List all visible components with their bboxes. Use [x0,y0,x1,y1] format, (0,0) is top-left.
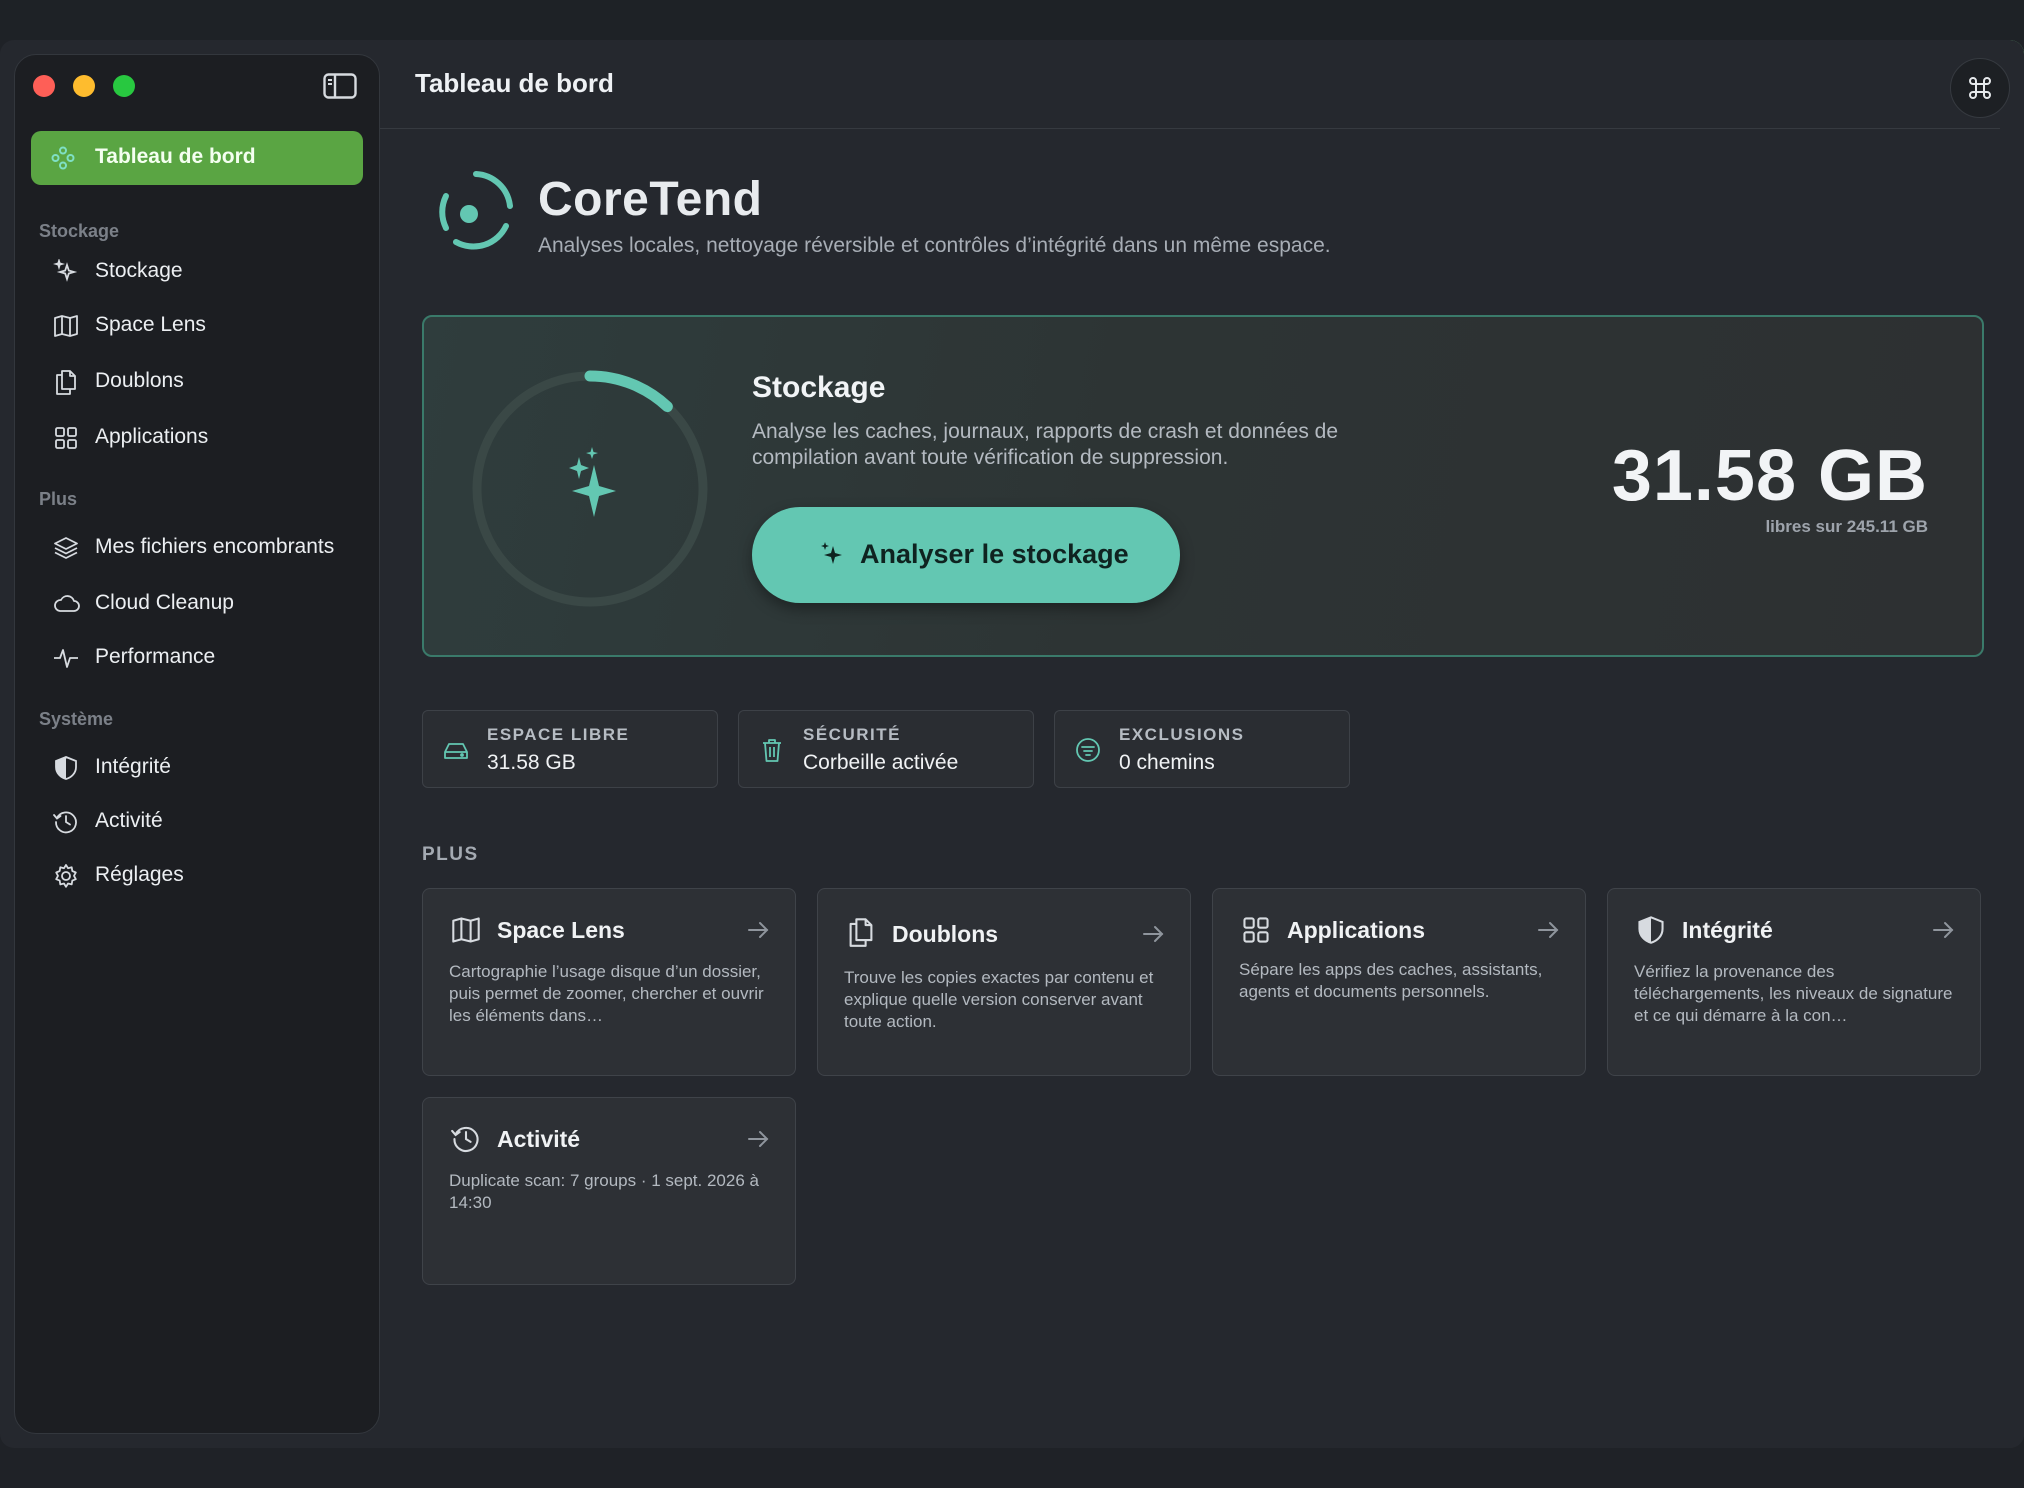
free-space-value: 31.58 GB [1611,436,1928,516]
grid-icon [53,425,79,451]
storage-progress-ring [466,365,714,613]
hero-title: Stockage [752,371,886,404]
screen-top-strip [0,0,2024,40]
card-title: Space Lens [497,917,625,943]
card-description: Cartographie l’usage disque d’un dossier… [449,962,764,1025]
sidebar-item-integrite[interactable]: Intégrité [31,745,363,789]
sidebar-item-doublons[interactable]: Doublons [31,359,363,403]
sidebar-section-heading: Stockage [39,221,120,241]
page-title: Tableau de bord [415,68,614,98]
sidebar-item-label: Intégrité [95,755,171,778]
analyze-storage-button[interactable]: Analyser le stockage [752,507,1180,603]
app-name: CoreTend [538,173,763,226]
shield-icon [1636,915,1666,945]
arrow-right-icon [1537,919,1559,941]
sidebar-item-stockage[interactable]: Stockage [31,249,363,293]
sidebar-item-label: Space Lens [95,313,206,336]
brand-logo-icon [436,168,516,252]
header-divider [380,128,2000,129]
sidebar-section-heading: Plus [39,489,78,509]
stat-value: 0 chemins [1119,751,1215,774]
sidebar-item-label: Cloud Cleanup [95,591,234,614]
card-activite[interactable]: Activité Duplicate scan: 7 groups · 1 se… [422,1097,796,1285]
close-window-button[interactable] [33,75,55,97]
sidebar: Tableau de bord Stockage Stockage Space … [14,54,380,1434]
sidebar-item-activite[interactable]: Activité [31,799,363,843]
copy-icon [53,369,79,395]
minimize-window-button[interactable] [73,75,95,97]
sidebar-section-heading: Système [39,709,114,729]
card-title: Intégrité [1682,917,1773,943]
arrow-right-icon [1932,919,1954,941]
card-description: Sépare les apps des caches, assistants, … [1239,960,1543,1001]
card-description: Duplicate scan: 7 groups · 1 sept. 2026 … [449,1171,759,1212]
layers-icon [53,535,79,561]
arrow-right-icon [747,919,769,941]
card-space-lens[interactable]: Space Lens Cartographie l’usage disque d… [422,888,796,1076]
stat-label: SÉCURITÉ [803,725,901,744]
free-space-caption: libres sur 245.11 GB [1765,517,1928,536]
sidebar-item-dashboard[interactable]: Tableau de bord [31,131,363,185]
storage-hero-card: Stockage Analyse les caches, journaux, r… [422,315,1984,657]
sidebar-item-label: Mes fichiers encombrants [95,535,335,558]
history-icon [53,809,79,835]
drive-icon [443,737,469,763]
sidebar-item-label: Activité [95,809,163,832]
stat-security: SÉCURITÉ Corbeille activée [738,710,1034,788]
card-applications[interactable]: Applications Sépare les apps des caches,… [1212,888,1586,1076]
sparkles-icon [818,540,846,568]
cloud-icon [53,591,80,617]
stat-label: EXCLUSIONS [1119,725,1245,744]
sidebar-item-label: Performance [95,645,216,668]
sidebar-item-label: Stockage [95,259,183,282]
sidebar-item-performance[interactable]: Performance [31,635,363,679]
hero-description: Analyse les caches, journaux, rapports d… [752,420,1339,469]
copy-icon [846,917,876,947]
activity-icon [53,645,79,671]
app-tagline: Analyses locales, nettoyage réversible e… [538,234,1331,257]
stat-value: Corbeille activée [803,751,959,774]
plus-section-heading: PLUS [422,844,479,865]
sidebar-item-reglages[interactable]: Réglages [31,853,363,897]
card-title: Doublons [892,921,999,947]
sparkles-icon [569,447,616,517]
map-icon [53,313,79,339]
sidebar-item-label: Doublons [95,369,184,392]
sidebar-item-label: Applications [95,425,209,448]
arrow-right-icon [1142,923,1164,945]
card-title: Activité [497,1126,581,1152]
stat-free-space: ESPACE LIBRE 31.58 GB [422,710,718,788]
card-title: Applications [1287,917,1426,943]
arrow-right-icon [747,1128,769,1150]
command-icon [1969,77,1991,99]
sidebar-item-space-lens[interactable]: Space Lens [31,303,363,347]
sidebar-item-cloud-cleanup[interactable]: Cloud Cleanup [31,581,363,625]
grid-icon [1241,915,1271,945]
stat-value: 31.58 GB [487,751,576,774]
card-description: Trouve les copies exactes par contenu et… [844,968,1154,1031]
card-description: Vérifiez la provenance des téléchargemen… [1634,962,1953,1025]
zoom-window-button[interactable] [113,75,135,97]
shield-icon [53,755,79,781]
filter-icon [1075,737,1101,763]
sparkles-icon [52,257,79,285]
sidebar-item-label: Réglages [95,863,184,886]
dashboard-icon [51,146,75,170]
card-doublons[interactable]: Doublons Trouve les copies exactes par c… [817,888,1191,1076]
sidebar-item-applications[interactable]: Applications [31,415,363,459]
command-palette-button[interactable] [1950,58,2010,118]
card-integrite[interactable]: Intégrité Vérifiez la provenance des tél… [1607,888,1981,1076]
sidebar-toggle-icon[interactable] [323,73,357,99]
gear-icon [53,863,79,889]
stat-label: ESPACE LIBRE [487,725,630,744]
analyze-storage-label: Analyser le stockage [860,539,1129,569]
sidebar-item-mes-fichiers-encombrants[interactable]: Mes fichiers encombrants [31,525,363,569]
map-icon [451,915,481,945]
history-icon [451,1124,481,1154]
stat-exclusions: EXCLUSIONS 0 chemins [1054,710,1350,788]
sidebar-item-label: Tableau de bord [95,145,256,168]
trash-icon [759,737,785,763]
